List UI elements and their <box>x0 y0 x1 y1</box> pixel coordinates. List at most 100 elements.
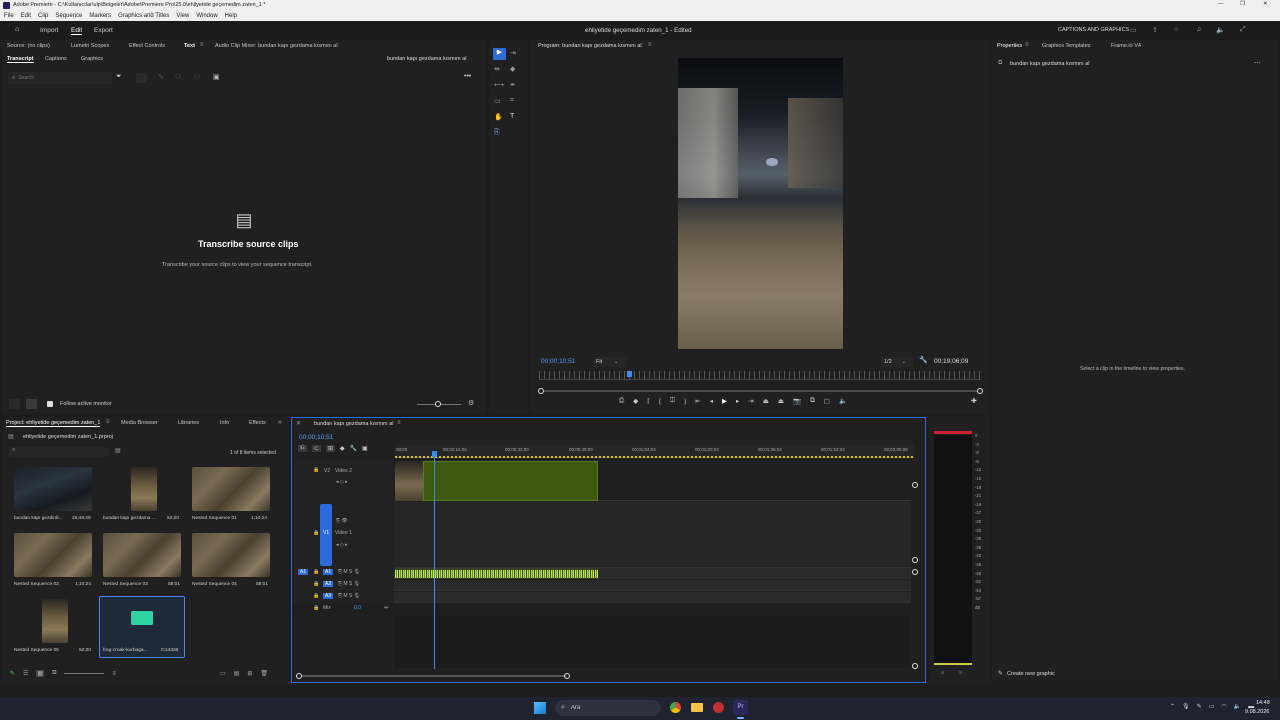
audio-icon[interactable]: ♫ <box>1196 26 1201 33</box>
v-scroll-mid[interactable] <box>912 557 918 563</box>
chrome-icon[interactable] <box>670 702 681 713</box>
track-a3-lane[interactable] <box>394 592 911 603</box>
step-forward-icon[interactable]: ▸ <box>736 397 739 405</box>
safe-margins-icon[interactable]: ▢ <box>824 397 830 405</box>
program-menu-icon[interactable]: ≡ <box>648 42 652 48</box>
tab-media-browser[interactable]: Media Browser <box>121 420 158 426</box>
transcript-option-2[interactable] <box>26 399 37 409</box>
icon-view-icon[interactable]: ▦ <box>36 670 45 677</box>
menu-window[interactable]: Window <box>196 13 217 19</box>
export-frame-icon[interactable]: 📷 <box>793 397 801 405</box>
lock-icon[interactable]: 🔒 <box>313 593 319 599</box>
meter-solo-right[interactable]: S <box>959 670 962 675</box>
edit-icon[interactable]: ✎ <box>10 670 15 677</box>
new-item-icon[interactable]: ⊞ <box>247 670 252 677</box>
tab-export[interactable]: Export <box>94 27 113 34</box>
subtab-captions[interactable]: Captions <box>45 56 67 62</box>
close-tab-icon[interactable]: ✕ <box>296 420 301 427</box>
project-item-1[interactable] <box>14 467 92 511</box>
insert-nest-icon[interactable]: ⊞ <box>325 445 335 452</box>
lock-icon[interactable]: 🔒 <box>313 569 319 575</box>
project-item-7[interactable] <box>42 599 68 643</box>
track-mix-value[interactable]: 0,0 <box>354 605 361 611</box>
zoom-bar-right[interactable] <box>977 388 983 394</box>
go-to-out-icon[interactable]: ⇥ <box>748 397 753 405</box>
v-scroll-top[interactable] <box>912 482 918 488</box>
properties-menu-icon[interactable]: ≡ <box>1025 42 1029 48</box>
captions-icon[interactable]: ▣ <box>213 73 220 81</box>
taskbar-search[interactable]: ⌕ Ara <box>555 700 661 716</box>
tab-frameio[interactable]: Frame.io V4 <box>1111 43 1141 49</box>
trash-icon[interactable]: 🗑 <box>260 670 268 677</box>
clip-v2-thumbnail[interactable] <box>395 461 423 501</box>
keyframe-nav-icon[interactable]: ◂ ◇ ▸ <box>336 542 348 548</box>
program-timecode[interactable]: 00;00;10;51 <box>541 358 575 365</box>
keyframe-nav-icon[interactable]: ◂ ◇ ▸ <box>336 479 348 485</box>
follow-checkbox[interactable] <box>47 401 53 407</box>
program-playhead[interactable] <box>627 371 632 377</box>
menu-graphics[interactable]: Graphics and Titles <box>118 13 169 19</box>
menu-clip[interactable]: Clip <box>38 13 48 19</box>
step-back-icon[interactable]: ◂ <box>710 397 713 405</box>
linked-selection-icon[interactable]: ⊂ <box>311 445 321 452</box>
timeline-tab[interactable]: bundan kapı gezdama kısmını al <box>314 421 394 427</box>
tab-libraries[interactable]: Libraries <box>178 420 199 426</box>
subtab-transcript[interactable]: Transcript <box>7 56 34 63</box>
share-icon[interactable]: ⇪ <box>1152 26 1158 34</box>
search-input[interactable] <box>18 75 99 81</box>
close-button[interactable]: ✕ <box>1263 1 1268 7</box>
tab-lumetri-scopes[interactable]: Lumetri Scopes <box>71 43 109 49</box>
audio-icon[interactable]: 🔈 <box>839 397 847 405</box>
subtab-graphics[interactable]: Graphics <box>81 56 103 62</box>
meter-solo-left[interactable]: S <box>941 670 944 675</box>
zoom-slider-handle[interactable] <box>435 401 441 407</box>
tab-project[interactable]: Project: ehliyetide geçemedim zaten_1 <box>6 420 101 427</box>
crop-icon[interactable]: ⌗ <box>510 97 514 105</box>
filter-icon[interactable]: ⏷ <box>116 73 122 81</box>
split-icon[interactable]: ⚇ <box>194 73 200 81</box>
panel-menu-icon[interactable]: ≡ <box>200 42 204 48</box>
minimize-button[interactable]: — <box>1218 1 1224 7</box>
pen-icon[interactable]: ✒ <box>510 81 516 89</box>
transcript-tool-1[interactable] <box>136 73 147 83</box>
razor-icon[interactable]: ◆ <box>510 65 515 73</box>
chevron-up-icon[interactable]: ⌃ <box>1170 703 1175 710</box>
program-tab[interactable]: Program: bundan kapı gezdama kısmını al <box>538 43 642 49</box>
project-item-6[interactable] <box>192 533 270 577</box>
tab-info[interactable]: Info <box>220 420 229 426</box>
thumb-size-slider[interactable] <box>64 673 105 674</box>
wifi-icon[interactable]: ◠ <box>1221 703 1226 710</box>
video-frame[interactable] <box>678 58 843 349</box>
zoom-bar[interactable] <box>544 390 978 392</box>
playhead-line[interactable] <box>434 457 435 669</box>
app-icon[interactable] <box>713 702 724 713</box>
lock-icon[interactable]: 🔒 <box>313 605 319 611</box>
file-explorer-icon[interactable] <box>691 703 703 712</box>
menu-sequence[interactable]: Sequence <box>55 13 82 19</box>
menu-edit[interactable]: Edit <box>21 13 31 19</box>
transcript-option-1[interactable] <box>9 399 20 409</box>
rectangle-icon[interactable]: ▭ <box>494 97 501 105</box>
project-item-4[interactable] <box>14 533 92 577</box>
pencil-icon[interactable]: ✎ <box>158 73 164 81</box>
program-ruler[interactable] <box>539 371 981 380</box>
lock-icon[interactable]: 🔒 <box>313 530 319 536</box>
clip-v2[interactable] <box>423 461 598 501</box>
new-bin-icon[interactable]: ▭ <box>220 670 226 677</box>
tab-import[interactable]: Import <box>40 27 58 34</box>
tab-edit[interactable]: Edit <box>71 27 83 35</box>
track-a1-controls[interactable]: ⎘ M S 🎙 <box>338 569 360 575</box>
properties-more-icon[interactable]: ⋯ <box>1254 59 1261 67</box>
maximize-button[interactable]: ❐ <box>1240 1 1245 7</box>
compare-icon[interactable]: ⧉ <box>810 397 815 405</box>
go-to-in-icon[interactable]: ⇤ <box>695 397 700 405</box>
network-icon[interactable]: ▭ <box>1209 703 1215 710</box>
project-item-5[interactable] <box>103 533 181 577</box>
track-a1-id[interactable]: A1 <box>323 569 334 575</box>
menu-view[interactable]: View <box>176 13 189 19</box>
windows-start-icon[interactable] <box>534 702 546 714</box>
tab-graphics-templates[interactable]: Graphics Templates <box>1042 43 1091 49</box>
timeline-empty-area[interactable] <box>394 616 911 668</box>
new-folder-icon[interactable]: ▤ <box>234 670 240 677</box>
clock-date[interactable]: 9.08.2026 <box>1245 709 1269 715</box>
